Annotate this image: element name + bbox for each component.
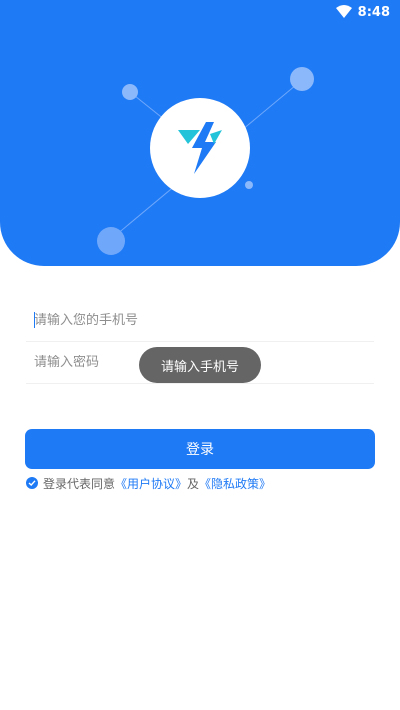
toast-message: 请输入手机号 [139, 347, 261, 383]
lightning-logo-icon [178, 122, 222, 174]
user-agreement-link[interactable]: 《用户协议》 [115, 475, 187, 492]
login-button[interactable]: 登录 [25, 429, 375, 469]
agreement-and: 及 [187, 476, 200, 491]
check-icon [28, 480, 36, 486]
agreement-prefix: 登录代表同意 [43, 476, 116, 491]
privacy-policy-link[interactable]: 《隐私政策》 [199, 475, 271, 492]
header-banner [0, 0, 400, 266]
phone-field[interactable] [26, 299, 374, 342]
status-time: 8:48 [357, 4, 390, 20]
agreement-checkbox[interactable] [26, 477, 38, 489]
status-bar: 8:48 [270, 0, 400, 24]
app-logo [150, 98, 250, 198]
wifi-icon [335, 5, 352, 18]
phone-input[interactable] [26, 312, 374, 328]
agreement-row: 登录代表同意 《用户协议》 及 《隐私政策》 [26, 474, 271, 492]
